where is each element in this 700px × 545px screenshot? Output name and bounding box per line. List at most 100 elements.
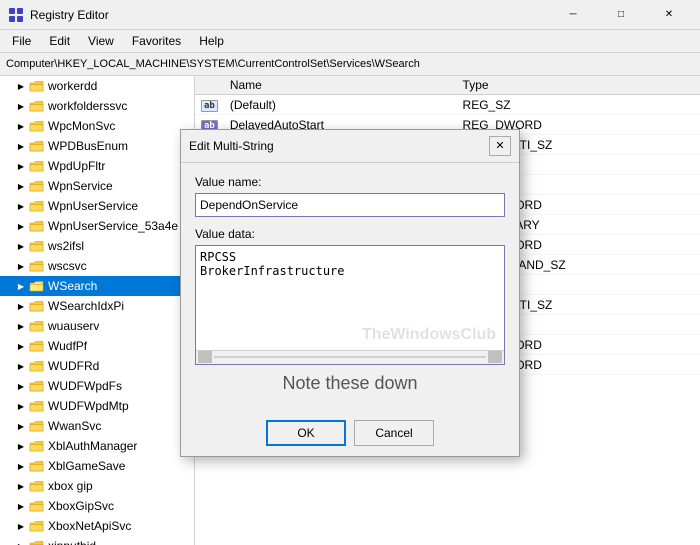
tree-item[interactable]: ▶ WpcMonSvc (0, 116, 194, 136)
chevron-icon: ▶ (16, 542, 26, 545)
value-name-input[interactable] (195, 193, 505, 217)
folder-svg (29, 520, 45, 533)
folder-icon (29, 220, 45, 233)
tree-item[interactable]: ▶ WudfPf (0, 336, 194, 356)
tree-item[interactable]: ▶ wuauserv (0, 316, 194, 336)
menu-help[interactable]: Help (191, 32, 232, 50)
menu-favorites[interactable]: Favorites (124, 32, 189, 50)
folder-svg (29, 200, 45, 213)
row-name-cell: (Default) (224, 95, 457, 115)
dialog-body: Value name: Value data: TheWindowsClub N… (181, 163, 519, 410)
tree-item[interactable]: ▶ WSearchIdxPi (0, 296, 194, 316)
folder-svg (29, 100, 45, 113)
folder-icon (29, 400, 45, 413)
dialog-title: Edit Multi-String (189, 139, 274, 153)
tree-item[interactable]: ▶ wscsvс (0, 256, 194, 276)
folder-icon (29, 80, 45, 93)
tree-item[interactable]: ▶ WpnUserService (0, 196, 194, 216)
minimize-button[interactable]: ─ (550, 4, 596, 26)
folder-icon (29, 300, 45, 313)
tree-item[interactable]: ▶ WPDBusEnum (0, 136, 194, 156)
value-data-textarea[interactable] (196, 246, 504, 350)
tree-item[interactable]: ▶ XboxGipSvc (0, 496, 194, 516)
tree-item[interactable]: ▶ XblGameSave (0, 456, 194, 476)
chevron-icon: ▶ (16, 502, 26, 511)
menu-view[interactable]: View (80, 32, 122, 50)
tree-item-label: WUDFRd (48, 359, 99, 373)
tree-item[interactable]: ▶ xbox gip (0, 476, 194, 496)
tree-item[interactable]: ▶ WUDFRd (0, 356, 194, 376)
tree-item-label: WwanSvc (48, 419, 101, 433)
chevron-icon: ▶ (16, 522, 26, 531)
cancel-button[interactable]: Cancel (354, 420, 434, 446)
ok-button[interactable]: OK (266, 420, 346, 446)
tree-item[interactable]: ▶ xinputhid (0, 536, 194, 545)
tree-item[interactable]: ▶ WUDFWpdMtp (0, 396, 194, 416)
folder-svg (29, 440, 45, 453)
dialog-close-button[interactable]: ✕ (489, 136, 511, 156)
tree-item[interactable]: ▶ workerdd (0, 76, 194, 96)
tree-item-label: WPDBusEnum (48, 139, 128, 153)
folder-svg (29, 420, 45, 433)
folder-svg (29, 80, 45, 93)
folder-svg (29, 380, 45, 393)
address-bar: Computer\HKEY_LOCAL_MACHINE\SYSTEM\Curre… (0, 52, 700, 76)
value-data-wrapper: TheWindowsClub (195, 245, 505, 365)
folder-icon (29, 460, 45, 473)
chevron-icon: ▶ (16, 442, 26, 451)
folder-svg (29, 160, 45, 173)
maximize-button[interactable]: □ (598, 4, 644, 26)
tree-item-label: XboxNetApiSvc (48, 519, 131, 533)
folder-svg (29, 480, 45, 493)
dialog-footer: OK Cancel (181, 410, 519, 456)
folder-icon (29, 200, 45, 213)
col-icon-header[interactable] (195, 76, 224, 95)
folder-svg (29, 360, 45, 373)
tree-item-label: WSearchIdxPi (48, 299, 124, 313)
folder-icon (29, 420, 45, 433)
chevron-icon: ▶ (16, 422, 26, 431)
tree-item-label: XblGameSave (48, 459, 125, 473)
tree-item[interactable]: ▶ WUDFWpdFs (0, 376, 194, 396)
tree-item[interactable]: ▶ WpnService (0, 176, 194, 196)
col-type-header[interactable]: Type (457, 76, 700, 95)
folder-icon (29, 260, 45, 273)
tree-item[interactable]: ▶ XblAuthManager (0, 436, 194, 456)
folder-icon (29, 160, 45, 173)
chevron-icon: ▶ (16, 482, 26, 491)
tree-pane[interactable]: ▶ workerdd▶ workfolderssvc▶ WpcMonSvc▶ W… (0, 76, 195, 545)
app-title: Registry Editor (30, 8, 544, 22)
tree-item-label: workerdd (48, 79, 97, 93)
tree-item-label: WpnService (48, 179, 113, 193)
col-name-header[interactable]: Name (224, 76, 457, 95)
tree-item[interactable]: ▶ XboxNetApiSvc (0, 516, 194, 536)
chevron-icon: ▶ (16, 302, 26, 311)
chevron-icon: ▶ (16, 182, 26, 191)
folder-icon (29, 500, 45, 513)
tree-item[interactable]: ▶ WwanSvc (0, 416, 194, 436)
tree-item[interactable]: ▶ WSearch (0, 276, 194, 296)
chevron-icon: ▶ (16, 242, 26, 251)
folder-svg (29, 220, 45, 233)
tree-item[interactable]: ▶ ws2ifsl (0, 236, 194, 256)
chevron-icon: ▶ (16, 122, 26, 131)
menu-edit[interactable]: Edit (41, 32, 78, 50)
dialog-titlebar: Edit Multi-String ✕ (181, 130, 519, 163)
folder-svg (29, 180, 45, 193)
tree-item[interactable]: ▶ WpdUpFltr (0, 156, 194, 176)
folder-svg (29, 400, 45, 413)
horizontal-scrollbar[interactable] (196, 350, 504, 364)
tree-item-label: WpdUpFltr (48, 159, 105, 173)
table-row[interactable]: ab(Default)REG_SZ (195, 95, 700, 115)
menu-file[interactable]: File (4, 32, 39, 50)
chevron-icon: ▶ (16, 162, 26, 171)
folder-svg (29, 500, 45, 513)
tree-item-label: wuauserv (48, 319, 99, 333)
row-icon-cell: ab (195, 95, 224, 115)
tree-item-label: XblAuthManager (48, 439, 137, 453)
tree-item[interactable]: ▶ workfolderssvc (0, 96, 194, 116)
close-button[interactable]: ✕ (646, 4, 692, 26)
folder-svg (29, 140, 45, 153)
tree-item[interactable]: ▶ WpnUserService_53a4e (0, 216, 194, 236)
registry-type-icon: ab (201, 100, 218, 112)
